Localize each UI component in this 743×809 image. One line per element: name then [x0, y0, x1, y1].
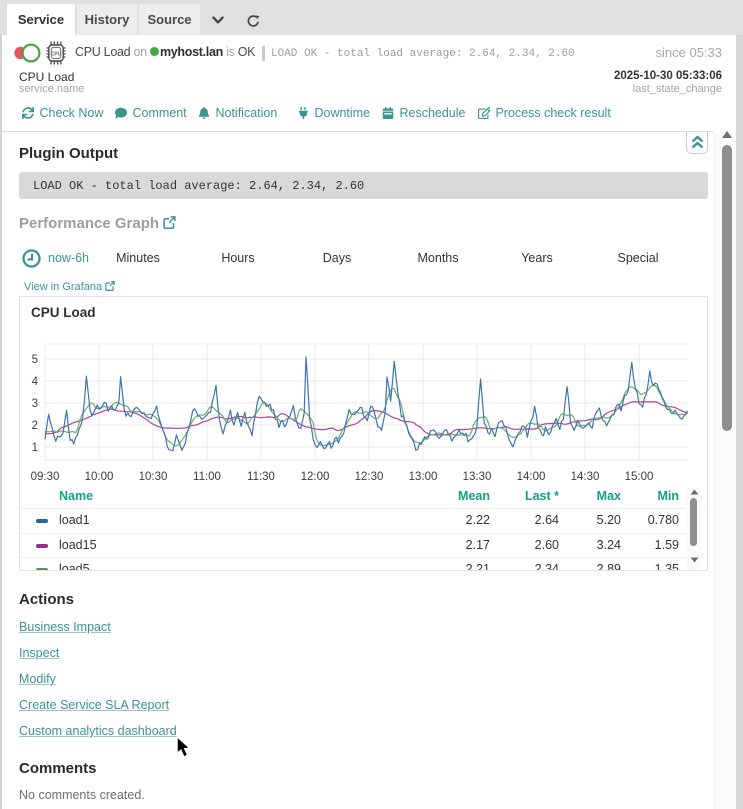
svg-text:10:00: 10:00: [85, 471, 114, 483]
svg-text:2: 2: [32, 420, 38, 432]
svg-text:10:30: 10:30: [139, 471, 168, 483]
svg-text:CPU: CPU: [51, 51, 62, 57]
svg-text:3: 3: [32, 398, 38, 410]
svg-text:13:00: 13:00: [409, 471, 438, 483]
svg-text:14:00: 14:00: [517, 471, 546, 483]
svg-text:13:30: 13:30: [463, 471, 492, 483]
svg-text:09:30: 09:30: [31, 471, 60, 483]
svg-text:15:00: 15:00: [625, 471, 654, 483]
svg-text:5: 5: [32, 354, 38, 366]
svg-text:1: 1: [32, 442, 38, 454]
svg-text:12:30: 12:30: [355, 471, 384, 483]
svg-text:4: 4: [32, 376, 39, 388]
svg-text:11:00: 11:00: [193, 471, 221, 483]
svg-text:14:30: 14:30: [571, 471, 600, 483]
svg-text:11:30: 11:30: [247, 471, 275, 483]
svg-text:12:00: 12:00: [301, 471, 330, 483]
